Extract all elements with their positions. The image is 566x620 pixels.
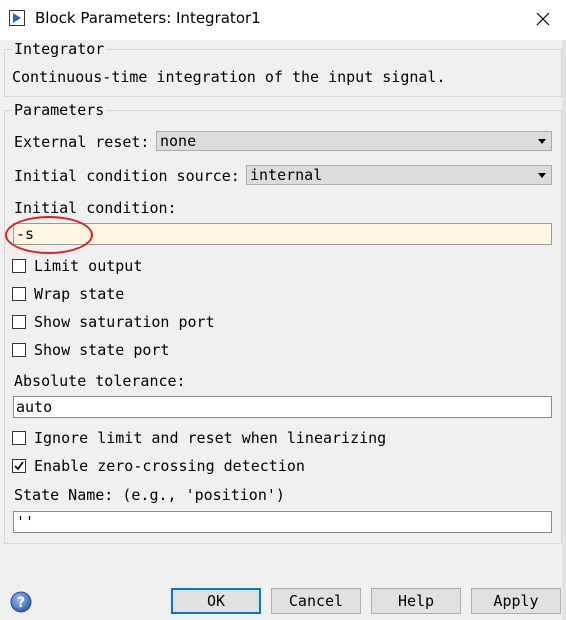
description-group-legend: Integrator: [12, 40, 107, 58]
show-state-port-label: Show state port: [34, 341, 170, 359]
show-saturation-port-checkbox-row[interactable]: Show saturation port: [12, 313, 262, 332]
show-state-port-checkbox[interactable]: [12, 343, 26, 357]
title-bar: Block Parameters: Integrator1: [0, 0, 566, 40]
initial-condition-field[interactable]: -s: [13, 223, 552, 245]
help-icon[interactable]: ?: [10, 591, 32, 613]
limit-output-checkbox-row[interactable]: Limit output: [12, 257, 212, 276]
ignore-limit-checkbox-row[interactable]: Ignore limit and reset when linearizing: [12, 429, 412, 448]
apply-button[interactable]: Apply: [471, 588, 561, 614]
show-state-port-checkbox-row[interactable]: Show state port: [12, 341, 212, 360]
dropdown-arrow-icon: [538, 139, 546, 144]
absolute-tolerance-field[interactable]: auto: [13, 396, 552, 418]
absolute-tolerance-label: Absolute tolerance:: [14, 372, 186, 390]
state-name-field[interactable]: '': [13, 511, 552, 533]
ic-source-label: Initial condition source:: [14, 167, 240, 185]
wrap-state-checkbox[interactable]: [12, 287, 26, 301]
zero-crossing-label: Enable zero-crossing detection: [34, 457, 305, 475]
limit-output-checkbox[interactable]: [12, 259, 26, 273]
help-button[interactable]: Help: [371, 588, 461, 614]
ic-source-value: internal: [250, 166, 323, 184]
show-saturation-port-label: Show saturation port: [34, 313, 215, 331]
absolute-tolerance-value: auto: [16, 398, 53, 416]
limit-output-label: Limit output: [34, 257, 143, 275]
window-title: Block Parameters: Integrator1: [35, 9, 261, 27]
dropdown-arrow-icon: [538, 173, 546, 178]
external-reset-value: none: [160, 132, 197, 150]
simulink-block-icon: [9, 10, 25, 26]
zero-crossing-checkbox[interactable]: [12, 459, 26, 473]
cancel-button[interactable]: Cancel: [271, 588, 361, 614]
checkmark-icon: [14, 461, 24, 471]
external-reset-dropdown[interactable]: none: [156, 131, 552, 151]
close-button[interactable]: [528, 6, 558, 32]
block-description: Continuous-time integration of the input…: [12, 68, 446, 86]
ic-source-dropdown[interactable]: internal: [246, 165, 552, 185]
ok-button[interactable]: OK: [171, 588, 261, 614]
ignore-limit-checkbox[interactable]: [12, 431, 26, 445]
show-saturation-port-checkbox[interactable]: [12, 315, 26, 329]
wrap-state-checkbox-row[interactable]: Wrap state: [12, 285, 212, 304]
close-icon: [536, 12, 550, 26]
zero-crossing-checkbox-row[interactable]: Enable zero-crossing detection: [12, 457, 332, 476]
ignore-limit-label: Ignore limit and reset when linearizing: [34, 429, 387, 447]
wrap-state-label: Wrap state: [34, 285, 125, 303]
state-name-value: '': [16, 513, 35, 531]
window-edge: [562, 40, 566, 620]
state-name-label: State Name: (e.g., 'position'): [14, 486, 285, 504]
external-reset-label: External reset:: [14, 133, 150, 151]
parameters-group-legend: Parameters: [12, 101, 107, 119]
initial-condition-label: Initial condition:: [14, 199, 177, 217]
svg-text:?: ?: [17, 595, 25, 611]
initial-condition-value: -s: [16, 225, 35, 243]
